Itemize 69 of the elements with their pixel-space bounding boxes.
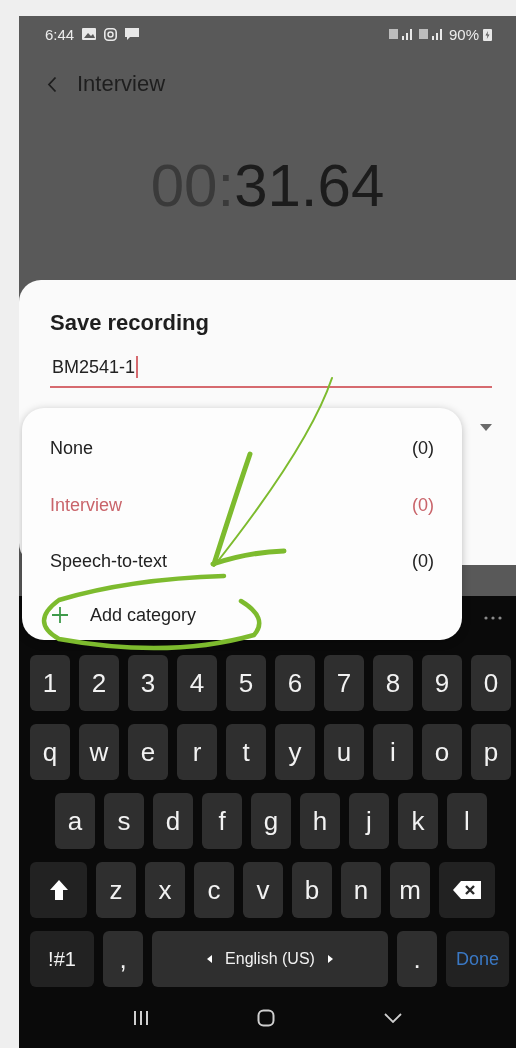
add-category-item[interactable]: Add category [22,590,462,640]
key[interactable]: d [153,793,193,849]
name-field[interactable]: BM2541-1 [50,356,492,388]
left-triangle-icon [207,955,214,963]
key[interactable]: l [447,793,487,849]
key[interactable]: p [471,724,511,780]
key[interactable]: 4 [177,655,217,711]
menu-item[interactable]: None (0) [22,420,462,477]
status-time: 6:44 [45,25,75,43]
key[interactable]: 5 [226,655,266,711]
menu-item[interactable]: Interview (0) [22,476,462,534]
more-icon[interactable] [484,616,502,620]
key[interactable]: . [397,931,437,987]
arrow-up-icon [48,879,69,901]
back-icon[interactable] [47,75,57,93]
key[interactable]: 1 [30,655,70,711]
home-icon[interactable] [257,1008,276,1027]
battery-percent: 90% [448,25,479,43]
key[interactable]: a [55,793,95,849]
backspace-icon [453,881,481,899]
key[interactable]: f [202,793,242,849]
key[interactable]: x [145,862,185,918]
signal-icon [388,28,415,40]
battery-icon [483,27,492,41]
key[interactable]: 2 [79,655,119,711]
done-key[interactable]: Done [446,931,509,987]
key[interactable]: t [226,724,266,780]
key[interactable]: o [422,724,462,780]
key[interactable]: 6 [275,655,315,711]
key[interactable]: 8 [373,655,413,711]
key[interactable]: v [243,862,283,918]
hide-keyboard-icon[interactable] [383,1012,402,1023]
image-icon [82,28,97,40]
key[interactable]: 0 [471,655,511,711]
key[interactable]: u [324,724,364,780]
key[interactable]: 9 [422,655,462,711]
right-triangle-icon [326,955,333,963]
signal-icon [418,28,445,40]
camera-icon [104,27,118,41]
key[interactable]: e [128,724,168,780]
key[interactable]: r [177,724,217,780]
key[interactable]: s [104,793,144,849]
dialog-title: Save recording [50,310,210,336]
key[interactable]: 7 [324,655,364,711]
backspace-key[interactable] [439,862,495,918]
key[interactable]: z [96,862,136,918]
key[interactable]: 3 [128,655,168,711]
space-key[interactable]: English (US) [152,931,388,987]
key[interactable]: , [103,931,143,987]
key[interactable]: b [292,862,332,918]
key[interactable]: q [30,724,70,780]
menu-item[interactable]: Speech-to-text (0) [22,533,462,591]
header-title: Interview [77,71,166,97]
symbols-key[interactable]: !#1 [30,931,94,987]
key[interactable]: w [79,724,119,780]
caret-icon[interactable] [480,424,492,432]
key[interactable]: i [373,724,413,780]
key[interactable]: n [341,862,381,918]
key[interactable]: j [349,793,389,849]
shift-key[interactable] [30,862,87,918]
key[interactable]: k [398,793,438,849]
key[interactable]: h [300,793,340,849]
key[interactable]: m [390,862,430,918]
recents-icon[interactable] [133,1009,150,1026]
message-icon [125,27,140,41]
key[interactable]: y [275,724,315,780]
key[interactable]: c [194,862,234,918]
plus-icon [52,607,68,624]
key[interactable]: g [251,793,291,849]
